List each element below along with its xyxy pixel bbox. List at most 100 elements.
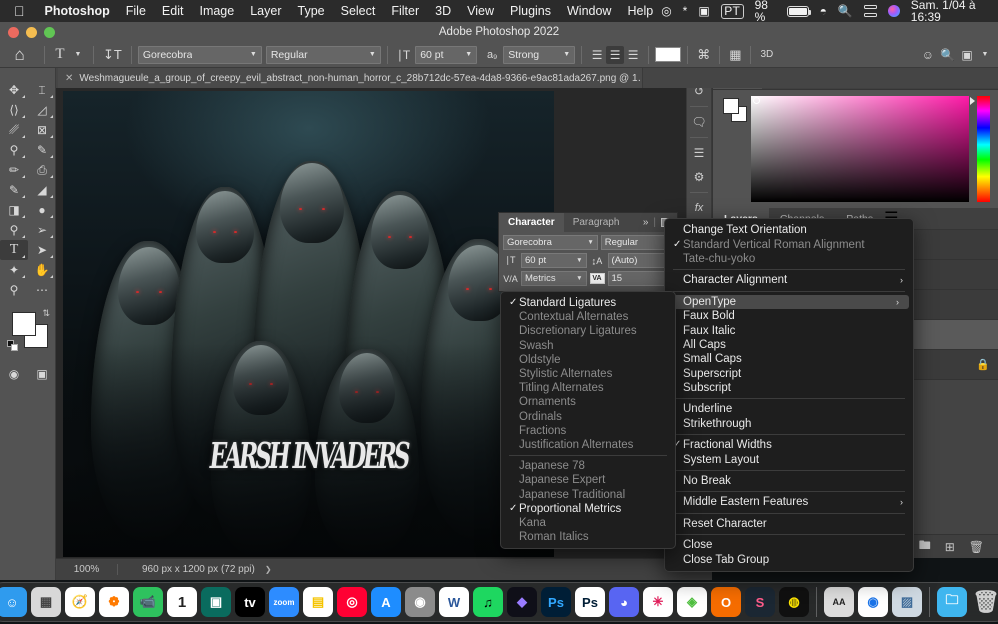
zoom-tool[interactable]: ⚲ [0,280,28,300]
spot-healing-brush-tool[interactable]: ✎ [28,140,56,160]
align-center-icon[interactable]: ☰ [606,45,625,64]
maximize-window-button[interactable] [44,26,55,38]
blur-tool[interactable]: ● [28,200,56,220]
menu-item-discretionary-ligatures[interactable]: Discretionary Ligatures [501,324,675,338]
menu-item-superscript[interactable]: Superscript [665,367,913,381]
dock-icon-bridge[interactable]: ◉ [405,587,435,617]
dock-icon-slack[interactable]: ✳ [643,587,673,617]
artboard[interactable]: EARSH INVADERS [63,91,554,557]
dock-icon-webex[interactable]: ▣ [201,587,231,617]
menu-item-oldstyle[interactable]: Oldstyle [501,353,675,367]
opentype-submenu[interactable]: ✓ Standard Ligatures Contextual Alternates… [500,291,676,550]
dock-icon-facetime[interactable]: 📹 [133,587,163,617]
dock-icon-spotify[interactable]: ♫ [473,587,503,617]
spotlight-icon[interactable]: 🔍 [838,5,853,17]
menu-item-ornaments[interactable]: Ornaments [501,395,675,409]
menu-edit[interactable]: Edit [154,4,192,18]
dock-icon-downloads-folder[interactable]: 🗀 [937,587,967,617]
dock-icon-finder[interactable]: ☺ [0,587,27,617]
lock-icon[interactable]: 🔒 [976,358,990,371]
dock-icon-sublime[interactable]: S [745,587,775,617]
menu-photoshop[interactable]: Photoshop [37,4,118,18]
dock-icon-creative-cloud[interactable]: ◎ [337,587,367,617]
clock[interactable]: Sam. 1/04 à 16:39 [911,0,986,23]
foreground-color-swatch[interactable] [12,312,36,336]
crop-tool[interactable]: ␥ [0,120,28,140]
font-style-select[interactable]: Regular ▼ [265,45,381,64]
chevron-down-icon[interactable]: ▼ [976,46,994,64]
artwork-text-layer[interactable]: EARSH INVADERS [63,436,554,478]
pen-tool[interactable]: ➢ [28,220,56,240]
menu-item-kana[interactable]: Kana [501,516,675,530]
character-font-size-select[interactable]: 60 pt ▼ [521,253,587,268]
more-tools-icon[interactable]: ⋯ [28,280,56,300]
dock-icon-notes[interactable]: ▤ [303,587,333,617]
menu-item-faux-italic[interactable]: Faux Italic [665,323,913,337]
comments-icon[interactable]: 🗨 [688,110,710,134]
layer-styles-icon[interactable]: fx [688,196,710,220]
dock-icon-safari[interactable]: 🧭 [65,587,95,617]
gradient-tool[interactable]: ◨ [0,200,28,220]
menu-item-system-layout[interactable]: System Layout [665,452,913,466]
menu-item-proportional-metrics[interactable]: ✓ Proportional Metrics [501,502,675,516]
align-left-icon[interactable]: ☰ [588,46,606,64]
menu-item-japanese-78[interactable]: Japanese 78 [501,459,675,473]
menu-window[interactable]: Window [559,4,619,18]
menu-filter[interactable]: Filter [383,4,427,18]
chevron-double-right-icon[interactable]: » [643,217,649,228]
menu-3d[interactable]: 3D [427,4,459,18]
lasso-tool[interactable]: ⟨⟩ [0,100,28,120]
close-window-button[interactable] [8,26,19,38]
battery-icon[interactable] [786,5,811,17]
menu-item-opentype[interactable]: OpenType › [669,294,909,309]
control-center-icon[interactable]: ◎ [661,5,671,17]
menu-item-underline[interactable]: Underline [665,402,913,416]
text-orientation-icon[interactable]: ↧T [100,46,125,64]
chevron-right-icon[interactable]: ❯ [265,565,272,574]
wifi-icon[interactable]: ◓ [820,5,827,17]
dock-icon-photos[interactable]: ❁ [99,587,129,617]
swap-colors-icon[interactable]: ⇅ [42,308,50,319]
menu-item-ordinals[interactable]: Ordinals [501,410,675,424]
tab-character[interactable]: Character [499,213,564,232]
menu-item-close-tab-group[interactable]: Close Tab Group [665,552,913,566]
new-layer-icon[interactable]: ⊞ [945,540,955,554]
dock-icon-chrome[interactable]: ◉ [858,587,888,617]
anti-aliasing-select[interactable]: Strong ▼ [503,45,576,64]
dock-icon-photoshop-beta[interactable]: Ps [541,587,571,617]
menu-view[interactable]: View [459,4,502,18]
dock-icon-font-book[interactable]: AA [824,587,854,617]
marquee-tool[interactable]: ⌶ [28,80,56,100]
align-right-icon[interactable]: ☰ [624,46,642,64]
menu-select[interactable]: Select [333,4,384,18]
menu-item-character-alignment[interactable]: Character Alignment › [665,273,913,287]
menu-item-change-text-orientation[interactable]: Change Text Orientation [665,223,913,237]
share-icon[interactable]: ☺ [919,46,937,64]
document-tab[interactable]: ✕ Weshmagueule_a_group_of_creepy_evil_ab… [58,68,643,88]
path-selection-tool[interactable]: ➤ [28,240,56,260]
menu-item-all-caps[interactable]: All Caps [665,338,913,352]
dock-icon-calendar[interactable]: 1 [167,587,197,617]
default-colors-icon[interactable] [7,340,18,351]
menu-item-japanese-expert[interactable]: Japanese Expert [501,473,675,487]
menu-item-fractional-widths[interactable]: ✓ Fractional Widths [665,438,913,452]
menu-type[interactable]: Type [290,4,333,18]
shape-tool[interactable]: ✦ [0,260,28,280]
menu-item-strikethrough[interactable]: Strikethrough [665,417,913,431]
minimize-window-button[interactable] [26,26,37,38]
dock-icon-discord[interactable]: ◕ [609,587,639,617]
menu-item-small-caps[interactable]: Small Caps [665,352,913,366]
menu-item-fractions[interactable]: Fractions [501,424,675,438]
menu-item-standard-ligatures[interactable]: ✓ Standard Ligatures [501,296,675,310]
dock-icon-launchpad[interactable]: ▦ [31,587,61,617]
frame-tool[interactable]: ⊠ [28,120,56,140]
hue-slider-handle[interactable] [970,97,975,105]
home-icon[interactable] [4,46,38,64]
text-color-swatch[interactable] [655,47,682,62]
character-font-style-select[interactable]: Regular ▼ [600,235,673,250]
tool-preset-chevron-icon[interactable]: ▼ [69,46,87,64]
type-tool[interactable]: T [0,240,28,260]
menu-item-reset-character[interactable]: Reset Character [665,517,913,531]
menu-image[interactable]: Image [191,4,242,18]
screen-mode-icon[interactable]: ▣ [28,364,56,384]
